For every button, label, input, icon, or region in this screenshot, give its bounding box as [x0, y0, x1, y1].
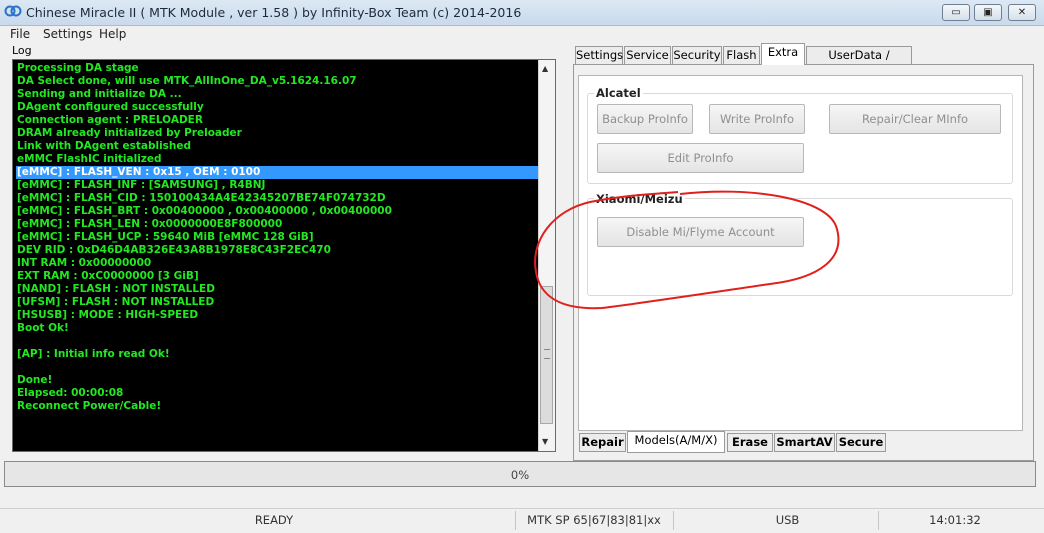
backup-proinfo-button[interactable]: Backup ProInfo [597, 104, 693, 134]
alcatel-group-title: Alcatel [594, 86, 643, 100]
log-lines: Processing DA stage DA Select done, will … [16, 62, 538, 413]
menu-settings[interactable]: Settings [43, 27, 92, 41]
log-line: [UFSM] : FLASH : NOT INSTALLED [17, 296, 215, 308]
tab-flash[interactable]: Flash [723, 46, 760, 64]
window-title: Chinese Miracle II ( MTK Module , ver 1.… [26, 5, 522, 20]
status-connection: USB [775, 513, 800, 527]
log-line: DRAM already initialized by Preloader [17, 127, 242, 139]
log-line: INT RAM : 0x00000000 [17, 257, 152, 269]
status-state: READY [254, 513, 294, 527]
log-line: [eMMC] : FLASH_INF : [SAMSUNG] , R4BNJ [17, 179, 266, 191]
tab-userdata-forensic[interactable]: UserData / Forensic [806, 46, 912, 79]
tab-service[interactable]: Service [624, 46, 671, 64]
close-button[interactable]: ✕ [1008, 4, 1036, 21]
log-label: Log [12, 44, 32, 57]
menu-help[interactable]: Help [99, 27, 126, 41]
minimize-button[interactable]: ▭ [942, 4, 970, 21]
grip-icon [544, 349, 550, 359]
log-line: Done! [17, 374, 53, 386]
log-line: [eMMC] : FLASH_LEN : 0x0000000E8F800000 [17, 218, 283, 230]
tab-erase[interactable]: Erase [727, 433, 773, 452]
log-line: Link with DAgent established [17, 140, 192, 152]
log-line: [AP] : Initial info read Ok! [17, 348, 170, 360]
log-line: Elapsed: 00:00:08 [17, 387, 124, 399]
status-separator [878, 511, 879, 530]
tab-smartav[interactable]: SmartAV [774, 433, 835, 452]
close-icon: ✕ [1017, 7, 1027, 18]
log-line: [NAND] : FLASH : NOT INSTALLED [17, 283, 215, 295]
status-separator [673, 511, 674, 530]
tab-secure[interactable]: Secure [836, 433, 886, 452]
progress-text: 0% [510, 468, 530, 482]
log-line: DAgent configured successfully [17, 101, 204, 113]
tab-extra[interactable]: Extra [761, 43, 805, 65]
maximize-icon: ▣ [983, 7, 993, 18]
log-line: Processing DA stage [17, 62, 139, 74]
menu-file[interactable]: File [10, 27, 30, 41]
app-logo-icon [4, 5, 22, 17]
status-device: MTK SP 65|67|83|81|xx [527, 513, 661, 527]
log-line: DA Select done, will use MTK_AllInOne_DA… [17, 75, 357, 87]
log-line: [eMMC] : FLASH_UCP : 59640 MiB [eMMC 128… [17, 231, 314, 243]
repair-clear-minfo-button[interactable]: Repair/Clear MInfo [829, 104, 1001, 134]
log-line: Sending and initialize DA ... [17, 88, 182, 100]
minimize-icon: ▭ [951, 7, 961, 18]
status-separator [515, 511, 516, 530]
tab-security[interactable]: Security [672, 46, 722, 64]
log-line: [eMMC] : FLASH_CID : 150100434A4E4234520… [17, 192, 386, 204]
log-line: [eMMC] : FLASH_VEN : 0x15 , OEM : 0100 [16, 166, 538, 179]
progress-bar: 0% [4, 461, 1036, 487]
status-time: 14:01:32 [929, 513, 981, 527]
edit-proinfo-button[interactable]: Edit ProInfo [597, 143, 804, 173]
log-line: Reconnect Power/Cable! [17, 400, 162, 412]
log-output[interactable]: Processing DA stage DA Select done, will … [12, 59, 556, 452]
log-line: Connection agent : PRELOADER [17, 114, 203, 126]
tab-repair[interactable]: Repair [579, 433, 626, 452]
log-line: [eMMC] : FLASH_BRT : 0x00400000 , 0x0040… [17, 205, 392, 217]
annotation-circle [534, 190, 840, 310]
log-line: Boot Ok! [17, 322, 69, 334]
log-line: [HSUSB] : MODE : HIGH-SPEED [17, 309, 199, 321]
tab-settings[interactable]: Settings [575, 46, 623, 64]
log-line: eMMC FlashIC initialized [17, 153, 162, 165]
tab-models[interactable]: Models(A/M/X) [627, 431, 725, 453]
log-line: EXT RAM : 0xC0000000 [3 GiB] [17, 270, 199, 282]
log-line: DEV RID : 0xD46D4AB326E43A8B1978E8C43F2E… [17, 244, 331, 256]
scroll-up-icon[interactable]: ▲ [542, 64, 548, 73]
maximize-button[interactable]: ▣ [974, 4, 1002, 21]
write-proinfo-button[interactable]: Write ProInfo [709, 104, 805, 134]
scroll-down-icon[interactable]: ▼ [542, 437, 548, 446]
